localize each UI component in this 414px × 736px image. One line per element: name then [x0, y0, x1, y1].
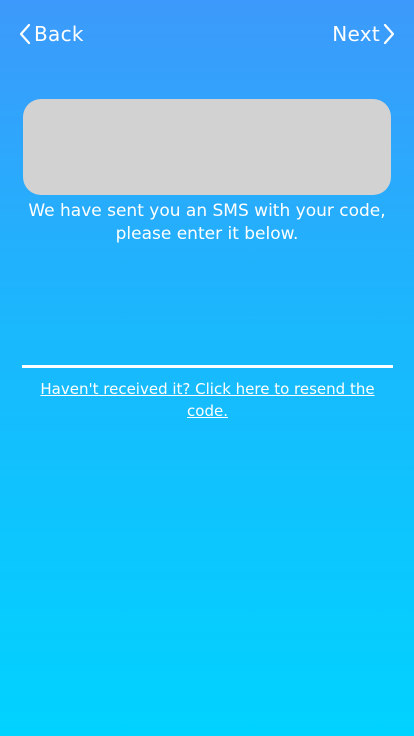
instruction-line-2: please enter it below. [115, 224, 299, 244]
resend-code-link[interactable]: Haven't received it? Click here to resen… [22, 378, 393, 422]
sms-instruction-text: We have sent you an SMS with your code, … [24, 200, 390, 246]
sms-code-input[interactable] [22, 320, 393, 368]
chevron-right-icon [383, 23, 395, 45]
back-button[interactable]: Back [18, 18, 84, 50]
next-button-label: Next [332, 22, 380, 46]
top-navigation-bar: Back Next [0, 0, 414, 66]
next-button[interactable]: Next [332, 18, 396, 50]
image-placeholder [23, 99, 391, 195]
back-button-label: Back [34, 22, 84, 46]
chevron-left-icon [19, 23, 31, 45]
instruction-line-1: We have sent you an SMS with your code, [28, 201, 386, 221]
